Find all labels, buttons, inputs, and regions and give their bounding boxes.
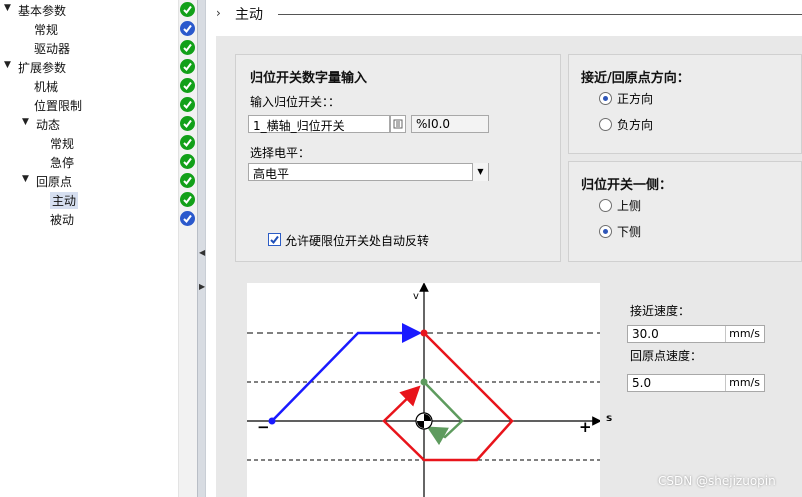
status-check-icon	[180, 135, 195, 150]
upper-side-radio[interactable]	[599, 199, 612, 212]
tree-item[interactable]: 常规	[0, 133, 197, 152]
homing-switch-value: 1_横轴_归位开关	[253, 119, 345, 133]
tree-item[interactable]: 驱动器	[0, 38, 197, 57]
tree-item[interactable]: 常规	[0, 19, 197, 38]
section-title: 主动	[235, 7, 263, 23]
negative-direction-radio[interactable]	[599, 118, 612, 131]
header-divider	[278, 14, 802, 15]
status-check-icon	[180, 97, 195, 112]
upper-side-label: 上侧	[617, 199, 642, 213]
status-check-icon	[180, 40, 195, 55]
level-label: 选择电平：	[250, 146, 311, 160]
checkmark-icon	[270, 235, 279, 245]
field-separator	[725, 326, 726, 342]
tree-item-label: 急停	[50, 156, 75, 170]
panel-splitter[interactable]: ◀ ▶	[197, 0, 206, 497]
approach-speed-field[interactable]: 30.0 mm/s	[627, 325, 765, 343]
list-icon	[393, 119, 403, 129]
positive-direction-label: 正方向	[617, 92, 654, 106]
watermark: CSDN @shejizuopin	[658, 474, 776, 488]
auto-reverse-label: 允许硬限位开关处自动反转	[285, 234, 430, 248]
panel-title: 归位开关数字量输入	[250, 71, 368, 86]
approach-switch-point	[420, 329, 428, 337]
tree-item[interactable]: ▼ 动态	[0, 114, 197, 133]
homing-switch-input[interactable]: 1_横轴_归位开关	[248, 115, 390, 133]
status-check-icon	[180, 116, 195, 131]
lower-side-radio[interactable]	[599, 225, 612, 238]
tree-item[interactable]: 被动	[0, 209, 197, 228]
switch-side-panel: 归位开关一侧： 上侧 下侧	[568, 161, 802, 262]
lower-side-label: 下侧	[617, 225, 642, 239]
tree-item[interactable]: ▼ 扩展参数	[0, 57, 197, 76]
section-header: › 主动	[206, 0, 802, 28]
tree-item-label: 基本参数	[18, 4, 67, 18]
status-check-icon	[180, 59, 195, 74]
homing-motion-chart	[247, 282, 602, 497]
collapse-left-arrow-icon[interactable]: ◀	[199, 246, 205, 260]
dropdown-arrow-icon[interactable]: ▼	[472, 163, 488, 181]
status-check-icon	[180, 21, 195, 36]
status-check-icon	[180, 211, 195, 226]
approach-speed-unit: mm/s	[729, 327, 760, 340]
reversal-path	[382, 332, 514, 462]
plus-sign: +	[579, 418, 592, 436]
panel-title: 归位开关一侧：	[581, 178, 673, 193]
status-check-icon	[180, 78, 195, 93]
homing-diagram: v s − +	[247, 282, 612, 497]
status-check-icon	[180, 154, 195, 169]
tree-item-label: 驱动器	[34, 42, 71, 56]
tree-item-label: 常规	[50, 137, 75, 151]
tree-item[interactable]: ▼ 回原点	[0, 171, 197, 190]
approach-speed-value: 30.0	[632, 327, 659, 341]
status-check-icon	[180, 192, 195, 207]
tree-item-label: 回原点	[36, 175, 73, 189]
address-value: %I0.0	[416, 117, 451, 131]
positive-direction-radio[interactable]	[599, 92, 612, 105]
s-axis-outer-label: s	[606, 413, 612, 424]
navigation-tree: ▼ 基本参数 常规 驱动器 ▼ 扩展参数 机械 位置限制 ▼ 动态 常规 急停 ▼ 回原点 主动 被动	[0, 0, 197, 497]
homing-speed-label: 回原点速度：	[630, 349, 703, 363]
tree-item-label: 机械	[34, 80, 59, 94]
browse-button[interactable]	[390, 115, 406, 133]
chevron-right-icon[interactable]: ›	[216, 6, 221, 20]
field-separator	[725, 375, 726, 391]
approach-path	[271, 323, 422, 422]
input-switch-label: 输入归位开关：：	[250, 95, 341, 109]
homing-switch-point	[420, 378, 428, 386]
tree-item-label: 被动	[50, 213, 75, 227]
tree-item[interactable]: 急停	[0, 152, 197, 171]
negative-direction-label: 负方向	[617, 118, 654, 132]
level-value: 高电平	[253, 167, 290, 181]
homing-speed-value: 5.0	[632, 376, 652, 390]
approach-speed-label: 接近速度：	[630, 304, 691, 318]
panel-title: 接近/回原点方向：	[581, 71, 690, 86]
status-check-icon	[180, 173, 195, 188]
tree-item-label: 主动	[50, 192, 79, 209]
homing-path	[423, 381, 464, 446]
address-field: %I0.0	[411, 115, 489, 133]
approach-direction-panel: 接近/回原点方向： 正方向 负方向	[568, 54, 802, 154]
v-axis-label: v	[413, 291, 419, 302]
tree-item-label: 常规	[34, 23, 59, 37]
homing-switch-input-panel: 归位开关数字量输入 输入归位开关：： 1_横轴_归位开关 %I0.0 选择电平：…	[235, 54, 561, 262]
expand-arrow-icon[interactable]: ▼	[4, 3, 11, 13]
level-select[interactable]: 高电平 ▼	[248, 163, 489, 181]
expand-arrow-icon[interactable]: ▼	[4, 60, 11, 70]
tree-item-label: 扩展参数	[18, 61, 67, 75]
tree-item[interactable]: 机械	[0, 76, 197, 95]
expand-arrow-icon[interactable]: ▼	[22, 117, 29, 127]
tree-item-label: 位置限制	[34, 99, 83, 113]
homing-speed-unit: mm/s	[729, 376, 760, 389]
tree-item[interactable]: 位置限制	[0, 95, 197, 114]
homing-speed-field[interactable]: 5.0 mm/s	[627, 374, 765, 392]
minus-sign: −	[257, 418, 270, 436]
tree-item-label: 动态	[36, 118, 61, 132]
home-position-icon	[415, 412, 433, 430]
auto-reverse-checkbox[interactable]	[268, 233, 281, 246]
tree-item[interactable]: ▼ 基本参数	[0, 0, 197, 19]
status-check-icon	[180, 2, 195, 17]
tree-item[interactable]: 主动	[0, 190, 197, 209]
expand-arrow-icon[interactable]: ▼	[22, 174, 29, 184]
expand-right-arrow-icon[interactable]: ▶	[199, 280, 205, 294]
